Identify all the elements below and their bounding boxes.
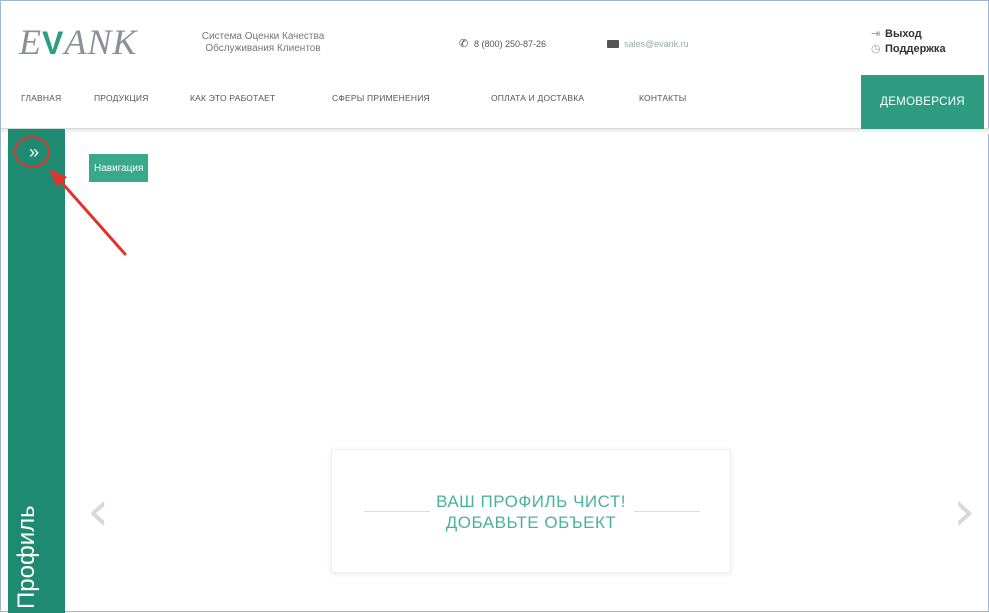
demo-button[interactable]: ДЕМОВЕРСИЯ (861, 75, 984, 129)
nav-item-payment-delivery[interactable]: ОПЛАТА И ДОСТАВКА (491, 93, 584, 103)
add-object-prompt[interactable]: ДОБАВЬТЕ ОБЪЕКТ (332, 513, 730, 533)
chevron-right-icon[interactable]: › (953, 484, 975, 540)
profile-label[interactable]: Профиль (13, 505, 41, 609)
logo[interactable]: EVANK (19, 21, 137, 63)
annotation-arrow-line (53, 173, 127, 256)
chevron-left-icon[interactable]: ‹ (87, 484, 109, 540)
nav-item-applications[interactable]: СФЕРЫ ПРИМЕНЕНИЯ (332, 93, 430, 103)
phone-number: 8 (800) 250-87-26 (474, 39, 547, 49)
tagline-line-1: Система Оценки Качества (201, 31, 325, 42)
site-header: EVANK Система Оценки Качества Обслуживан… (1, 1, 989, 129)
logout-icon: ⇥ (871, 28, 881, 40)
phone-contact[interactable]: ✆ 8 (800) 250-87-26 (459, 38, 547, 50)
app-window: EVANK Система Оценки Качества Обслуживан… (0, 0, 989, 613)
nav-item-home[interactable]: ГЛАВНАЯ (21, 93, 61, 103)
logout-label: Выход (885, 28, 922, 40)
support-label: Поддержка (885, 43, 946, 55)
nav-item-products[interactable]: ПРОДУКЦИЯ (94, 93, 149, 103)
mail-icon (607, 40, 619, 48)
support-link[interactable]: ◷ Поддержка (871, 42, 946, 57)
tagline: Система Оценки Качества Обслуживания Кли… (163, 31, 363, 55)
logo-mark-icon: V (42, 25, 65, 61)
logout-link[interactable]: ⇥ Выход (871, 27, 946, 42)
logo-letter-e: E (19, 22, 42, 62)
logo-text: ANK (64, 22, 138, 62)
main-nav: ГЛАВНАЯ ПРОДУКЦИЯ КАК ЭТО РАБОТАЕТ СФЕРЫ… (1, 75, 989, 129)
tagline-line-2: Обслуживания Клиентов (205, 43, 321, 54)
email-contact[interactable]: sales@evank.ru (607, 39, 689, 49)
nav-item-contacts[interactable]: КОНТАКТЫ (639, 93, 686, 103)
user-links: ⇥ Выход ◷ Поддержка (871, 27, 946, 57)
email-address: sales@evank.ru (624, 39, 689, 49)
empty-profile-message: ВАШ ПРОФИЛЬ ЧИСТ! (436, 492, 626, 511)
empty-profile-card: ВАШ ПРОФИЛЬ ЧИСТ! ДОБАВЬТЕ ОБЪЕКТ (331, 449, 731, 573)
clock-icon: ◷ (871, 43, 881, 55)
navigation-tag[interactable]: Навигация (89, 154, 149, 182)
phone-icon: ✆ (459, 38, 469, 50)
header-shadow (1, 129, 989, 134)
nav-item-how-it-works[interactable]: КАК ЭТО РАБОТАЕТ (190, 93, 275, 103)
